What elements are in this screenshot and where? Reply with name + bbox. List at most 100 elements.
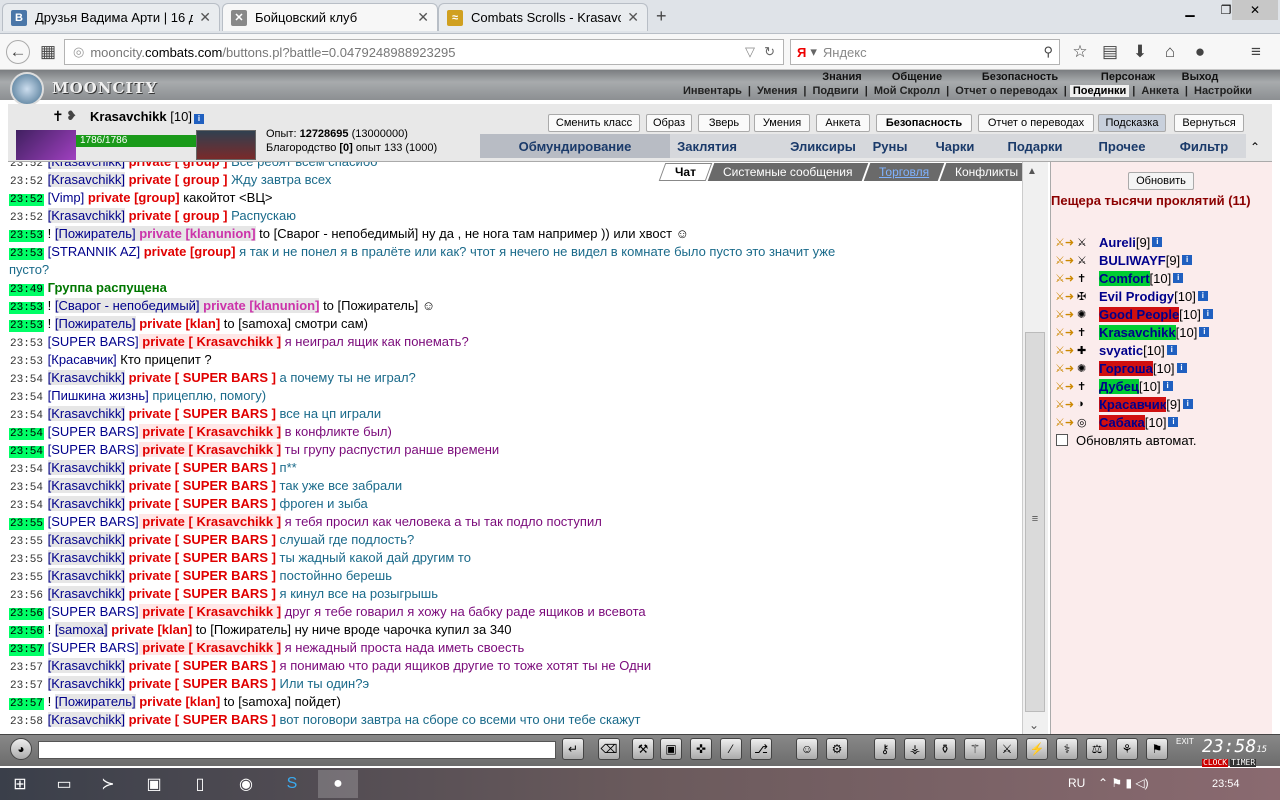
bookmarks-list-icon[interactable]: ▤	[1098, 40, 1122, 64]
close-tab-icon[interactable]: ✕	[199, 9, 211, 26]
private-target[interactable]: private [group]	[84, 190, 180, 205]
chat-message[interactable]: 23:53 ! [Пожиратель] private [klanunion]…	[9, 225, 689, 243]
sender-name[interactable]: [Krasavchikk]	[47, 460, 125, 475]
chat-tab[interactable]: Системные сообщения	[707, 163, 868, 181]
close-tab-icon[interactable]: ✕	[627, 9, 639, 26]
paw-icon[interactable]: ⚘	[1116, 738, 1138, 760]
sender-name[interactable]: [SUPER BARS]	[48, 424, 139, 439]
game-button[interactable]: Вернуться	[1174, 114, 1244, 132]
room-user[interactable]: ⚔➜ ✝ Дубец [10] i	[1055, 377, 1173, 395]
user-name[interactable]: Good People	[1099, 306, 1180, 322]
chat-message[interactable]: 23:52 [Krasavchikk] private [ group ] Ра…	[9, 207, 296, 225]
reload-icon[interactable]: ↻	[764, 44, 775, 60]
game-button[interactable]: Сменить класс	[548, 114, 640, 132]
chat-input[interactable]	[38, 741, 556, 759]
private-target[interactable]: private [klan]	[136, 316, 220, 331]
clear-icon[interactable]: ⌫	[598, 738, 620, 760]
chat-message[interactable]: 23:53 ! [Сварог - непобедимый] private […	[9, 297, 435, 315]
trophy-icon[interactable]: ⚚	[964, 738, 986, 760]
info-icon[interactable]: i	[1166, 345, 1177, 355]
sender-name[interactable]: [SUPER BARS]	[48, 604, 139, 619]
private-target[interactable]: private [ SUPER BARS ]	[125, 478, 276, 493]
chat-message[interactable]: пусто?	[9, 261, 49, 279]
chat-message[interactable]: 23:55 [SUPER BARS] private [ Krasavchikk…	[9, 513, 602, 531]
scroll-up-icon[interactable]: ⌃	[1250, 140, 1260, 154]
sender-name[interactable]: [Пожиратель]	[54, 316, 136, 331]
room-user[interactable]: ⚔➜ ⚔ BULIWAYF [9] i	[1055, 251, 1193, 269]
private-target[interactable]: private [ group ]	[125, 162, 228, 169]
sender-name[interactable]: [Krasavchikk]	[47, 370, 125, 385]
chat-message[interactable]: 23:53 ! [Пожиратель] private [klan] to […	[9, 315, 368, 333]
game-button[interactable]: Безопасность	[876, 114, 972, 132]
sender-name[interactable]: [Krasavchikk]	[47, 586, 125, 601]
room-user[interactable]: ⚔➜ ◎ Сабака [10] i	[1055, 413, 1179, 431]
room-user[interactable]: ⚔➜ ✝ Krasavchikk [10] i	[1055, 323, 1210, 341]
bookmark-star-icon[interactable]: ☆	[1068, 40, 1092, 64]
powershell-icon[interactable]: ≻	[88, 770, 128, 798]
game-button[interactable]: Умения	[754, 114, 810, 132]
private-target[interactable]: private [ SUPER BARS ]	[125, 370, 276, 385]
tray-icons[interactable]: ⌃ ⚑ ▮ ◁)	[1098, 776, 1149, 790]
sub-menu-item[interactable]: Умения	[754, 85, 800, 97]
chat-tab[interactable]: Конфликты	[939, 163, 1034, 181]
user-name[interactable]: Красавчик	[1099, 396, 1167, 412]
private-target[interactable]: private [ Krasavchikk ]	[138, 334, 282, 349]
chat-message[interactable]: 23:57 [Krasavchikk] private [ SUPER BARS…	[9, 675, 369, 693]
exit-icon[interactable]: EXIT	[1176, 737, 1194, 746]
back-button[interactable]: ←	[6, 40, 30, 64]
sub-menu-item[interactable]: Настройки	[1191, 85, 1255, 97]
private-target[interactable]: private [ SUPER BARS ]	[125, 586, 276, 601]
chat-message[interactable]: 23:53 [SUPER BARS] private [ Krasavchikk…	[9, 333, 469, 351]
sender-name[interactable]: [SUPER BARS]	[48, 640, 139, 655]
skype-icon[interactable]: S	[272, 770, 312, 798]
private-target[interactable]: private [ SUPER BARS ]	[125, 712, 276, 727]
notepad-icon[interactable]: ▯	[180, 770, 220, 798]
auto-refresh-checkbox[interactable]	[1056, 434, 1068, 446]
game-button[interactable]: Отчет о переводах	[978, 114, 1094, 132]
private-target[interactable]: private [ SUPER BARS ]	[125, 406, 276, 421]
chat-message[interactable]: 23:54 [Krasavchikk] private [ SUPER BARS…	[9, 495, 368, 513]
sender-name[interactable]: [Vimp]	[48, 190, 85, 205]
sender-name[interactable]: [Krasavchikk]	[47, 550, 125, 565]
private-target[interactable]: private [klan]	[108, 622, 192, 637]
nav-icon[interactable]: ⎇	[750, 738, 772, 760]
chat-message[interactable]: 23:52 [Krasavchikk] private [ group ] Жд…	[9, 171, 331, 189]
private-target[interactable]: private [ Krasavchikk ]	[138, 514, 282, 529]
info-icon[interactable]: i	[1162, 381, 1173, 391]
info-icon[interactable]: i	[1152, 237, 1163, 247]
sender-name[interactable]: [Сварог - непобедимый]	[54, 298, 200, 313]
sender-name[interactable]: [Krasavchikk]	[47, 712, 125, 727]
private-target[interactable]: private [ group ]	[125, 208, 228, 223]
sender-name[interactable]: [STRANNIK AZ]	[48, 244, 140, 259]
sender-name[interactable]: [SUPER BARS]	[48, 334, 139, 349]
room-user[interactable]: ⚔➜ ⚔ Aureli [9] i	[1055, 233, 1163, 251]
scroll-icon[interactable]: ⚔	[996, 738, 1018, 760]
sender-name[interactable]: [SUPER BARS]	[48, 514, 139, 529]
inventory-tab[interactable]: Подарки	[996, 134, 1074, 158]
chat-message[interactable]: 23:57 [SUPER BARS] private [ Krasavchikk…	[9, 639, 524, 657]
inventory-tab[interactable]: Чарки	[920, 134, 990, 158]
chat-message[interactable]: 23:55 [Krasavchikk] private [ SUPER BARS…	[9, 531, 414, 549]
hand-icon[interactable]: ⚖	[1086, 738, 1108, 760]
scroll-down-arrow[interactable]: ⌄	[1029, 718, 1039, 732]
browser-taskbar-icon[interactable]: ●	[318, 770, 358, 798]
room-user[interactable]: ⚔➜ ✺ Good People [10] i	[1055, 305, 1213, 323]
sub-menu-item[interactable]: Подвиги	[809, 85, 861, 97]
dropdown-icon[interactable]: ▽	[745, 44, 755, 60]
send-icon[interactable]: ↵	[562, 738, 584, 760]
chat-message[interactable]: 23:56 ! [samoxa] private [klan] to [Пожи…	[9, 621, 512, 639]
private-target[interactable]: private [ SUPER BARS ]	[125, 532, 276, 547]
chat-message[interactable]: 23:54 [Krasavchikk] private [ SUPER BARS…	[9, 405, 381, 423]
inventory-tab[interactable]: Руны	[864, 134, 916, 158]
private-target[interactable]: private [group]	[140, 244, 236, 259]
user-name[interactable]: Сабака	[1099, 414, 1145, 430]
info-icon[interactable]: i	[1168, 417, 1179, 427]
inventory-tab[interactable]: Обмундирование	[480, 134, 670, 158]
browser-tab[interactable]: ≈ Combats Scrolls - Krasavch... ✕	[438, 3, 648, 31]
search-icon[interactable]: ⚲	[1043, 44, 1053, 60]
home-icon[interactable]: ⌂	[1158, 40, 1182, 64]
sender-name[interactable]: [Krasavchikk]	[47, 676, 125, 691]
inventory-tab[interactable]: Фильтр	[1166, 134, 1242, 158]
private-target[interactable]: private [ group ]	[125, 172, 228, 187]
user-name[interactable]: Дубец	[1099, 378, 1139, 394]
